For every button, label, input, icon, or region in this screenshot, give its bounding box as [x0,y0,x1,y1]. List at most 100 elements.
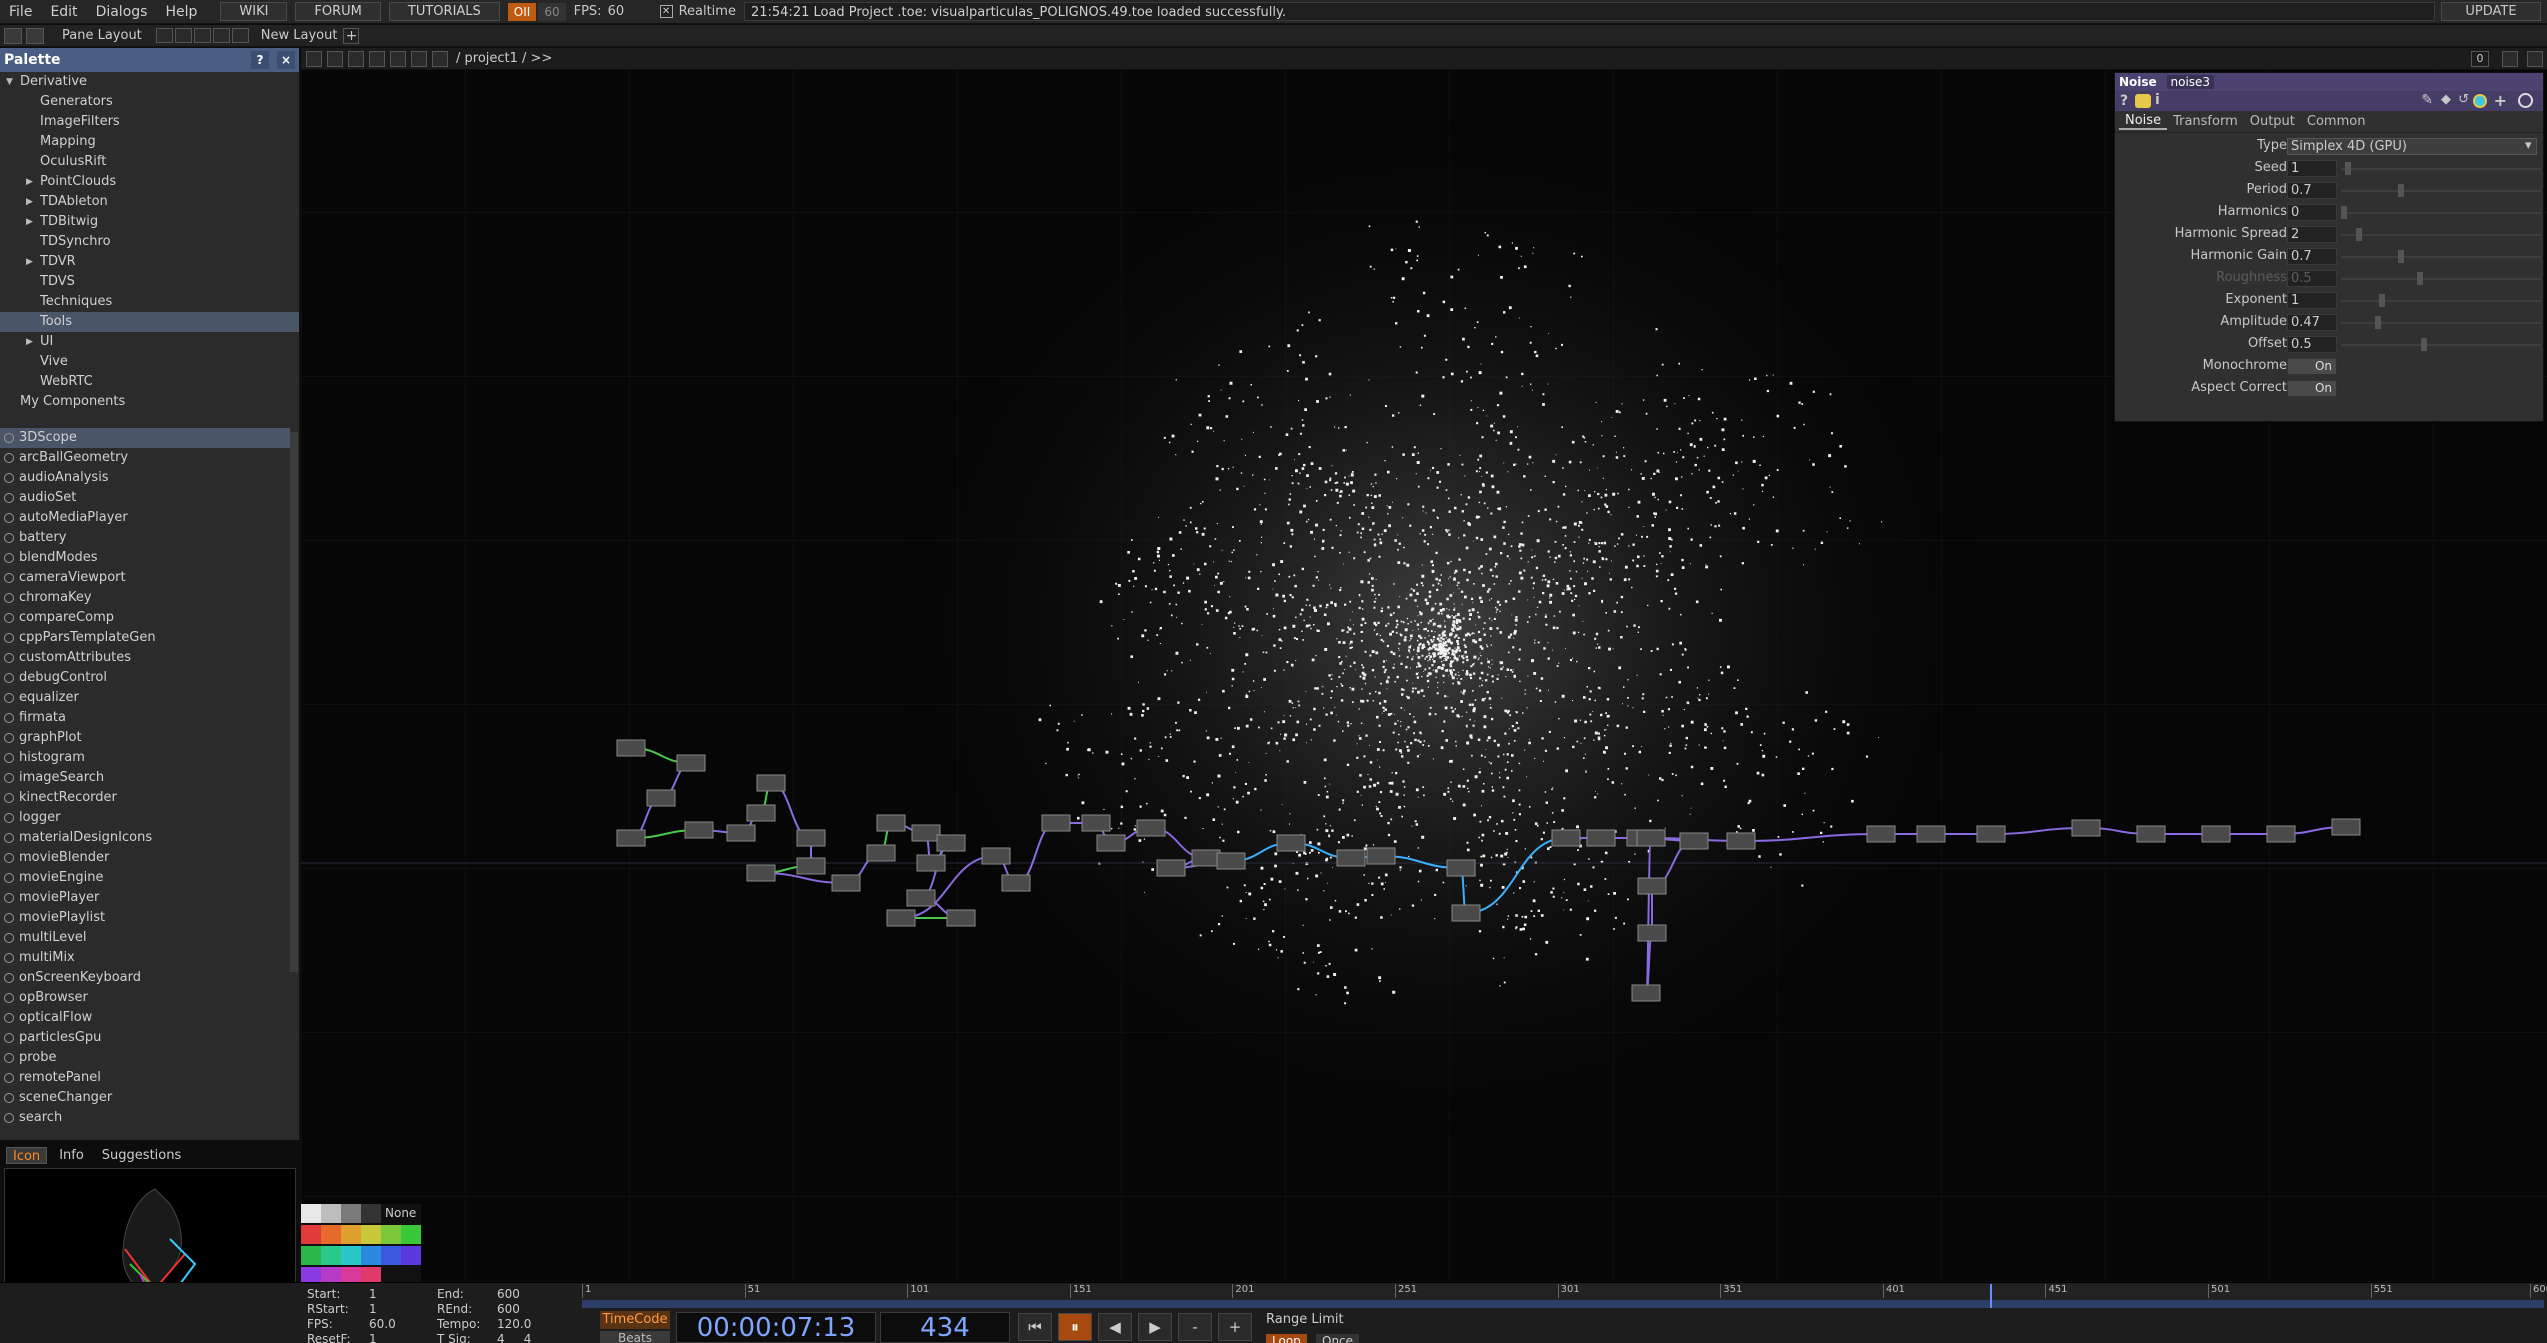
param-toggle[interactable]: On [2287,380,2337,397]
swatch-violet[interactable] [401,1246,421,1265]
param-slider-knob[interactable] [2344,162,2351,175]
operator-node[interactable] [1001,874,1031,892]
param-toggle[interactable]: On [2287,358,2337,375]
info-icon[interactable]: i [2155,92,2160,108]
swatch-lime[interactable] [381,1225,401,1244]
operator-node[interactable] [1916,825,1946,843]
operator-node[interactable] [1366,847,1396,865]
component-item[interactable]: compareComp [0,608,290,628]
operator-node[interactable] [936,834,966,852]
param-slider-knob[interactable] [2356,228,2363,241]
operator-node[interactable] [1637,924,1667,942]
operator-node[interactable] [1451,904,1481,922]
param-slider-track[interactable] [2341,212,2541,214]
param-value-field[interactable]: 0.5 [2287,336,2337,353]
operator-node[interactable] [1156,859,1186,877]
plus-icon[interactable]: + [2494,91,2507,110]
param-slider-knob[interactable] [2417,272,2423,285]
operator-node[interactable] [2136,825,2166,843]
param-value-field[interactable]: 0.7 [2287,182,2337,199]
component-item[interactable]: imageSearch [0,768,290,788]
resetf-value[interactable]: 1 [369,1332,377,1343]
component-item[interactable]: equalizer [0,688,290,708]
component-item[interactable]: logger [0,808,290,828]
rend-value[interactable]: 600 [497,1302,520,1316]
layout-quad-icon[interactable] [231,28,249,43]
operator-node[interactable] [1336,849,1366,867]
swatch-indigo[interactable] [381,1246,401,1265]
tree-item-tdvs[interactable]: TDVS [0,272,299,292]
collapsed-arrow-icon[interactable]: ▶ [26,332,33,352]
param-value-field[interactable]: 0.5 [2287,270,2337,287]
pane-view-icon[interactable] [4,27,22,44]
tab-output[interactable]: Output [2244,114,2301,129]
swatch-yellow[interactable] [361,1225,381,1244]
component-item[interactable]: cameraViewport [0,568,290,588]
component-item[interactable]: 3DScope [0,428,290,448]
swatch-green[interactable] [401,1225,421,1244]
param-value-field[interactable]: 0 [2287,204,2337,221]
tutorials-button[interactable]: TUTORIALS [388,2,500,21]
add-layout-icon[interactable]: + [343,27,360,44]
component-item[interactable]: autoMediaPlayer [0,508,290,528]
component-item[interactable]: multiLevel [0,928,290,948]
component-list-scrollbar[interactable] [290,432,298,972]
target-icon[interactable] [2518,93,2533,108]
operator-node[interactable] [1726,832,1756,850]
tree-item-tdableton[interactable]: ▶ TDAbleton [0,192,299,212]
operator-node[interactable] [981,847,1011,865]
operator-node[interactable] [1041,814,1071,832]
tree-item-tdsynchro[interactable]: TDSynchro [0,232,299,252]
tab-info[interactable]: Info [53,1147,90,1164]
component-item[interactable]: particlesGpu [0,1028,290,1048]
operator-node[interactable] [911,824,941,842]
component-item[interactable]: movieBlender [0,848,290,868]
param-slider-track[interactable] [2341,234,2541,236]
param-slider-track[interactable] [2341,344,2541,346]
reset-icon[interactable]: ↺ [2458,92,2469,107]
back-icon[interactable] [348,50,364,67]
maximize-icon[interactable] [2502,50,2518,67]
operator-node[interactable] [2331,818,2361,836]
star-icon[interactable] [411,50,427,67]
tree-item-mapping[interactable]: Mapping [0,132,299,152]
param-value-field[interactable]: 0.47 [2287,314,2337,331]
component-item[interactable]: moviePlayer [0,888,290,908]
python-help-icon[interactable] [2135,94,2151,108]
tree-item-vive[interactable]: Vive [0,352,299,372]
operator-node[interactable] [1446,859,1476,877]
component-item[interactable]: customAttributes [0,648,290,668]
swatch-none-label[interactable]: None [385,1206,416,1220]
component-item[interactable]: histogram [0,748,290,768]
operator-node[interactable] [916,854,946,872]
operator-node[interactable] [1081,814,1111,832]
operator-node[interactable] [676,754,706,772]
end-value[interactable]: 600 [497,1287,520,1301]
pause-button[interactable]: ⏸ [1058,1313,1092,1341]
operator-node[interactable] [756,774,786,792]
operator-node[interactable] [1136,819,1166,837]
tempo-value[interactable]: 120.0 [497,1317,531,1331]
component-item[interactable]: firmata [0,708,290,728]
operator-node[interactable] [796,829,826,847]
tree-item-tdvr[interactable]: ▶ TDVR [0,252,299,272]
expanded-arrow-icon[interactable]: ▼ [6,72,13,92]
collapsed-arrow-icon[interactable]: ▶ [26,212,33,232]
component-item[interactable]: audioSet [0,488,290,508]
oi-badge[interactable]: OII [507,2,537,21]
param-slider-track[interactable] [2341,322,2541,324]
start-value[interactable]: 1 [369,1287,377,1301]
component-item[interactable]: materialDesignIcons [0,828,290,848]
plus-button[interactable]: + [1218,1313,1252,1341]
operator-node[interactable] [2201,825,2231,843]
collapsed-arrow-icon[interactable]: ▶ [26,192,33,212]
loop-button[interactable]: Loop [1266,1334,1307,1343]
operator-node[interactable] [866,844,896,862]
component-item[interactable]: blendModes [0,548,290,568]
swatch-cyan[interactable] [341,1246,361,1265]
component-item[interactable]: opBrowser [0,988,290,1008]
link-icon[interactable] [432,50,448,67]
swatch-white[interactable] [301,1204,321,1223]
play-button[interactable]: ▶ [1138,1313,1172,1341]
operator-node[interactable] [1637,877,1667,895]
